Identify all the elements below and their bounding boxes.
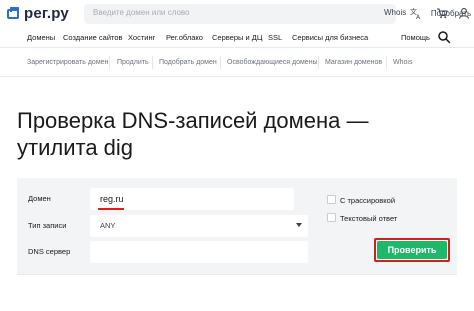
dns-server-label: DNS сервер [28, 247, 71, 256]
domain-input-value: reg.ru [100, 194, 124, 204]
trace-label[interactable]: С трассировкой [340, 196, 395, 205]
sub-item-expiring[interactable]: Освобождающиеся домены [227, 59, 318, 66]
text-answer-checkbox[interactable] [327, 213, 336, 222]
svg-text:A: A [416, 14, 421, 19]
sub-nav-divider [152, 56, 153, 69]
logo-text: рег.ру [24, 5, 69, 22]
page-title: Проверка DNS-записей домена — утилита di… [17, 107, 417, 161]
sub-item-renew[interactable]: Продлить [117, 59, 149, 66]
sub-nav-divider [386, 56, 387, 69]
record-type-value: ANY [100, 221, 116, 230]
sub-item-pick-domain[interactable]: Подобрать домен [159, 59, 217, 66]
record-type-label: Тип записи [28, 221, 67, 230]
user-icon[interactable] [458, 7, 470, 19]
sub-item-register[interactable]: Зарегистрировать домен [27, 59, 108, 66]
nav-item-hosting[interactable]: Хостинг [128, 33, 155, 42]
logo-folder-icon [7, 6, 19, 19]
language-icon[interactable]: 文 A [410, 7, 422, 19]
nav-item-help[interactable]: Помощь [401, 33, 430, 42]
chevron-down-icon [296, 223, 302, 227]
check-button[interactable]: Проверить [377, 241, 447, 259]
sub-nav: Зарегистрировать домен Продлить Подобрат… [0, 49, 474, 77]
nav-item-servers[interactable]: Серверы и ДЦ [212, 33, 262, 42]
search-placeholder: Введите домен или слово [93, 8, 190, 17]
divider [17, 274, 457, 275]
trace-checkbox[interactable] [327, 195, 336, 204]
dns-server-input[interactable] [90, 241, 308, 263]
record-type-select[interactable]: ANY [90, 215, 308, 237]
nav-item-business[interactable]: Сервисы для бизнеса [292, 33, 368, 42]
text-answer-label[interactable]: Текстовый ответ [340, 214, 397, 223]
domain-label: Домен [28, 194, 51, 203]
domain-search-input[interactable]: Введите домен или слово Whois Подобрать [84, 4, 474, 24]
sub-item-shop[interactable]: Магазин доменов [325, 59, 382, 66]
logo[interactable]: рег.ру [7, 5, 69, 22]
domain-value-highlight [98, 208, 124, 210]
top-bar: рег.ру Введите домен или слово Whois Под… [0, 0, 474, 28]
sub-item-whois[interactable]: Whois [393, 59, 412, 66]
nav-item-ssl[interactable]: SSL [268, 33, 282, 42]
whois-link[interactable]: Whois [384, 8, 406, 17]
cart-icon[interactable] [436, 7, 448, 19]
nav-item-site-builder[interactable]: Создание сайтов [63, 33, 123, 42]
main-nav: Домены Создание сайтов Хостинг Рег.облак… [0, 28, 474, 48]
page-title-line-1: Проверка DNS-записей домена — [17, 108, 369, 133]
sub-nav-divider [318, 56, 319, 69]
nav-item-cloud[interactable]: Рег.облако [166, 33, 203, 42]
sub-nav-divider [109, 56, 110, 69]
sub-nav-divider [220, 56, 221, 69]
page-title-line-2: утилита dig [17, 135, 134, 160]
nav-item-domains[interactable]: Домены [27, 33, 55, 42]
search-icon[interactable] [437, 30, 451, 44]
domain-input[interactable]: reg.ru [90, 188, 294, 210]
